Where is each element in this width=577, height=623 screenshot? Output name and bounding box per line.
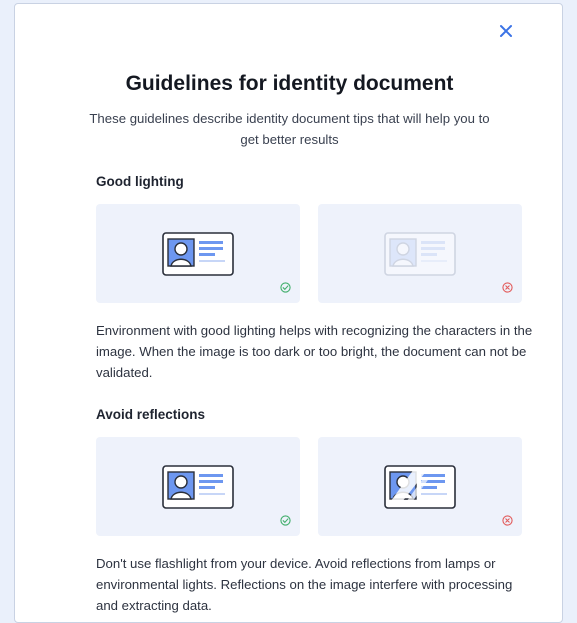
guidelines-dialog: Guidelines for identity document These g… <box>14 3 563 623</box>
close-icon <box>500 25 512 37</box>
good-lighting-description: Environment with good lighting helps wit… <box>96 323 533 380</box>
avoid-reflections-bad-example <box>318 437 522 536</box>
dialog-title: Guidelines for identity document <box>125 72 454 95</box>
id-card-faded-icon <box>384 232 456 276</box>
check-circle-icon <box>280 282 291 293</box>
x-circle-icon <box>502 515 513 526</box>
id-card-glare-icon <box>384 465 456 509</box>
dialog-subtitle: These guidelines describe identity docum… <box>89 111 490 147</box>
avoid-reflections-description: Don't use flashlight from your device. A… <box>96 556 513 613</box>
close-button[interactable] <box>495 20 517 42</box>
page-background: Guidelines for identity document These g… <box>0 0 577 623</box>
section-title-avoid-reflections: Avoid reflections <box>96 407 206 422</box>
section-title-good-lighting: Good lighting <box>96 174 184 189</box>
good-lighting-bad-example <box>318 204 522 303</box>
id-card-icon <box>162 232 234 276</box>
x-circle-icon <box>502 282 513 293</box>
check-circle-icon <box>280 515 291 526</box>
avoid-reflections-good-example <box>96 437 300 536</box>
good-lighting-good-example <box>96 204 300 303</box>
id-card-icon <box>162 465 234 509</box>
